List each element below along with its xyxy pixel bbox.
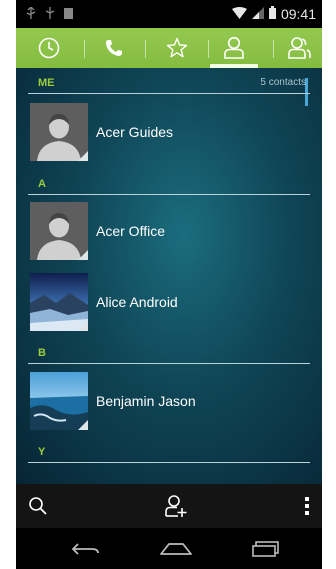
navigation-bar (16, 528, 322, 569)
search-icon (29, 497, 47, 515)
contact-benjamin-jason[interactable]: Benjamin Jason (30, 372, 310, 432)
search-button[interactable] (24, 494, 52, 518)
contact-name: Benjamin Jason (96, 393, 196, 409)
recents-button[interactable] (246, 538, 286, 560)
contacts-list[interactable]: ME 5 contacts Acer Guides A Acer Office … (16, 68, 322, 484)
person-icon (224, 36, 244, 59)
home-icon (160, 543, 192, 555)
star-icon (166, 37, 188, 58)
section-letter: Y (38, 446, 46, 458)
clock-icon (38, 37, 60, 59)
add-contact-icon (165, 495, 187, 517)
divider (28, 93, 310, 94)
tab-phone[interactable] (96, 28, 132, 68)
contact-alice-android[interactable]: Alice Android (30, 273, 310, 333)
overflow-menu-icon (305, 497, 309, 515)
add-contact-button[interactable] (162, 493, 190, 519)
contact-photo (30, 372, 88, 430)
divider (28, 363, 310, 364)
contact-name: Alice Android (96, 294, 178, 310)
avatar (30, 103, 88, 161)
wifi-icon (231, 6, 247, 22)
notification-icon (64, 7, 73, 22)
phone-screen: 09:41 ME 5 contacts Acer Guides A Acer O… (16, 0, 322, 569)
back-button[interactable] (66, 538, 106, 560)
contact-acer-guides[interactable]: Acer Guides (30, 103, 310, 163)
status-bar: 09:41 (16, 0, 322, 28)
back-icon (71, 543, 99, 555)
section-letter: B (38, 347, 46, 359)
contact-name: Acer Guides (96, 124, 174, 140)
section-header-a: A (28, 175, 310, 195)
contact-acer-office[interactable]: Acer Office (30, 202, 310, 262)
tab-contacts[interactable] (214, 28, 254, 68)
contact-photo (30, 273, 88, 331)
divider (28, 462, 310, 463)
tab-bar (16, 28, 322, 68)
tab-favorites[interactable] (159, 28, 195, 68)
avatar (30, 202, 88, 260)
phone-icon (106, 40, 122, 56)
home-button[interactable] (156, 538, 196, 560)
contact-count: 5 contacts (260, 77, 306, 88)
section-header-me: ME 5 contacts (28, 74, 310, 94)
group-icon (288, 37, 311, 59)
overflow-menu-button[interactable] (300, 496, 314, 516)
section-header-y: Y (28, 443, 310, 463)
section-header-b: B (28, 344, 310, 364)
signal-icon (251, 6, 264, 22)
tab-recent[interactable] (30, 28, 68, 68)
tab-groups[interactable] (281, 28, 317, 68)
divider (28, 194, 310, 195)
bottom-action-bar (16, 484, 322, 528)
contact-name: Acer Office (96, 223, 165, 239)
usb-icon (26, 6, 36, 22)
debug-icon (45, 7, 55, 22)
recents-icon (252, 541, 279, 557)
battery-icon (268, 6, 276, 22)
clock-time: 09:41 (280, 6, 316, 22)
section-letter: A (38, 178, 46, 190)
section-letter: ME (38, 77, 55, 89)
